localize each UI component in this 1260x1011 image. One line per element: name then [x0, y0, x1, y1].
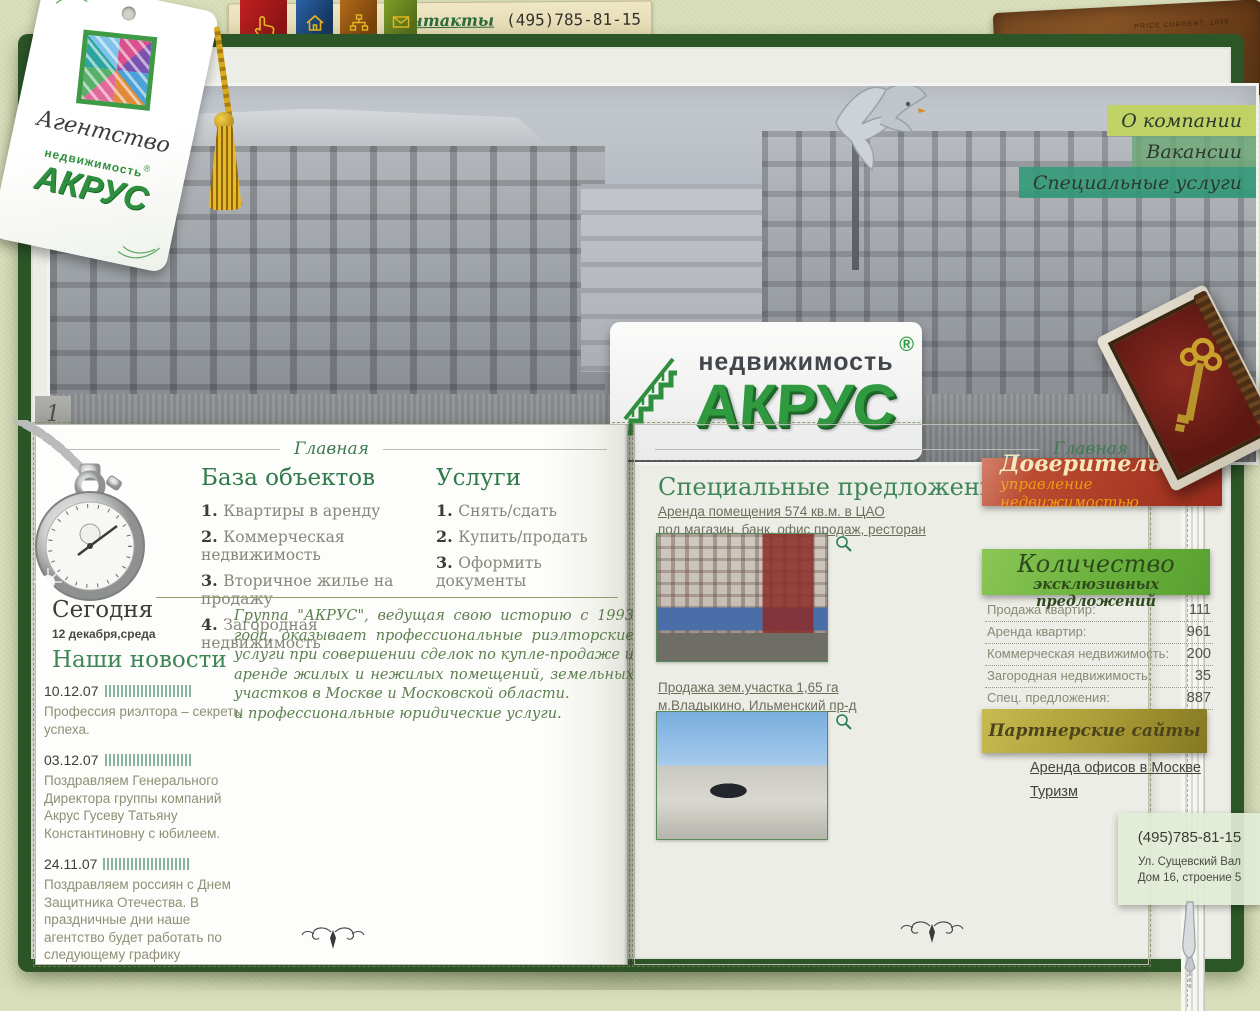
base-item-rent-flats[interactable]: Квартиры в аренду: [201, 501, 431, 520]
stat-label: Коммерческая недвижимость:: [987, 646, 1169, 661]
services-section: Услуги Снять/сдать Купить/продать Оформи…: [436, 465, 621, 597]
news-list: 10.12.07 Профессия риэлтора – секреты ус…: [44, 683, 244, 978]
tassel-decoration: [206, 46, 246, 216]
service-item-rent[interactable]: Снять/сдать: [436, 501, 621, 520]
left-page-header-label: Главная: [294, 439, 369, 459]
menu-item-about[interactable]: О компании: [1107, 105, 1256, 136]
stat-label: Спец. предложения:: [987, 690, 1110, 705]
offer-photo-building[interactable]: [656, 533, 828, 662]
home-icon: [304, 12, 326, 34]
magnifier-icon[interactable]: [835, 535, 853, 553]
news-date: 10.12.07: [44, 683, 99, 699]
page: PRICE CURRENT, 1898 Контакты (495)785-81…: [0, 0, 1260, 990]
partners-banner-label: Партнерские сайты: [988, 721, 1200, 741]
pigeon-image: [822, 83, 942, 184]
stat-value: 961: [1187, 624, 1211, 640]
stat-label: Продажа квартир:: [987, 602, 1096, 617]
news-date-stripes: [105, 685, 191, 697]
contact-card: (495)785-81-15 Ул. Сущевский Вал Дом 16,…: [1118, 813, 1260, 905]
exclusive-count-banner: Количество эксклюзивных предложений: [982, 549, 1210, 595]
news-item: 24.11.07 Поздравляем россиян с Днем Защи…: [44, 856, 244, 964]
sign-registered-mark: ®: [899, 334, 914, 357]
partners-banner: Партнерские сайты: [982, 709, 1207, 753]
news-item: 10.12.07 Профессия риэлтора – секреты ус…: [44, 683, 244, 738]
contact-card-address2: Дом 16, строение 5: [1138, 872, 1242, 884]
about-paragraph: Группа "АКРУС", ведущая свою историю с 1…: [234, 608, 634, 702]
stat-value: 200: [1187, 646, 1211, 662]
flourish-icon: [114, 233, 162, 268]
stat-row-flat-rent: Аренда квартир: 961: [985, 622, 1213, 644]
stopwatch-decoration: [14, 420, 164, 620]
partner-link-tourism[interactable]: Туризм: [1030, 784, 1201, 800]
partner-links: Аренда офисов в Москве Туризм: [1030, 760, 1201, 800]
news-title: Наши новости: [52, 647, 227, 673]
base-item-commercial[interactable]: Коммерческая недвижимость: [201, 527, 431, 564]
offer-link-land-plot[interactable]: Продажа зем.участка 1,65 га м.Владыкино,…: [658, 679, 958, 715]
magnifier-icon[interactable]: [835, 713, 853, 731]
contact-card-address1: Ул. Сущевский Вал: [1138, 856, 1241, 868]
offer-photo-land[interactable]: [656, 711, 828, 840]
news-date: 03.12.07: [44, 752, 99, 768]
menu-item-special-services[interactable]: Специальные услуги: [1019, 167, 1256, 198]
today-date: 12 декабря,среда: [52, 627, 156, 641]
partner-link-offices[interactable]: Аренда офисов в Москве: [1030, 760, 1201, 776]
old-book-stamp: PRICE CURRENT, 1898: [1134, 19, 1229, 31]
divider-line: [156, 597, 618, 598]
tag-registered-mark: ®: [143, 163, 152, 174]
stat-row-country: Загородная недвижимость: 35: [985, 666, 1213, 688]
news-item: 03.12.07 Поздравляем Генерального Директ…: [44, 752, 244, 842]
sitemap-icon: [348, 12, 370, 34]
object-base-title: База объектов: [201, 465, 431, 491]
base-item-secondary[interactable]: Вторичное жилье на продажу: [201, 571, 431, 608]
stat-row-flat-sale: Продажа квартир: 111: [985, 600, 1213, 622]
news-text: Профессия риэлтора – секреты успеха.: [44, 703, 244, 738]
offer-link-line1: Продажа зем.участка 1,65 га: [658, 680, 839, 695]
contact-card-phone: (495)785-81-15: [1118, 829, 1260, 846]
pen-clip-decoration: [1174, 900, 1204, 990]
about-paragraph-2: и профессиональные юридические услуги.: [234, 706, 562, 722]
service-item-buy[interactable]: Купить/продать: [436, 527, 621, 546]
contacts-phone: (495)785-81-15: [506, 10, 641, 30]
stat-value: 111: [1189, 602, 1211, 618]
stat-label: Загородная недвижимость:: [987, 668, 1151, 683]
stats-list: Продажа квартир: 111 Аренда квартир: 961…: [985, 600, 1213, 710]
menu-item-vacancies[interactable]: Вакансии: [1132, 136, 1256, 167]
mail-icon: [391, 12, 411, 32]
services-title: Услуги: [436, 465, 621, 491]
special-offers-title: Специальные предложения: [658, 473, 1011, 501]
news-date-stripes: [103, 858, 189, 870]
news-text: Поздравляем Генерального Директора групп…: [44, 772, 244, 842]
stat-value: 887: [1187, 690, 1211, 706]
news-text: Поздравляем россиян с Днем Защитника Оте…: [44, 876, 244, 964]
offer-link-line1: Аренда помещения 574 кв.м. в ЦАО: [658, 504, 885, 519]
tag-hole: [120, 5, 137, 22]
main-menu: О компании Вакансии Специальные услуги: [1019, 105, 1256, 198]
flourish-ornament: [301, 925, 365, 951]
stat-label: Аренда квартир:: [987, 624, 1086, 639]
quilt-logo: [76, 30, 157, 111]
book-gutter-shadow: [624, 424, 636, 965]
stat-row-special: Спец. предложения: 887: [985, 688, 1213, 710]
flourish-icon: [48, 0, 96, 15]
count-banner-line1: Количество: [982, 552, 1210, 576]
about-text: Группа "АКРУС", ведущая свою историю с 1…: [234, 607, 634, 724]
news-date-stripes: [105, 754, 191, 766]
flourish-ornament: [900, 919, 964, 945]
stat-value: 35: [1195, 668, 1211, 684]
service-item-docs[interactable]: Оформить документы: [436, 553, 621, 590]
news-date: 24.11.07: [44, 856, 97, 872]
stat-row-commercial: Коммерческая недвижимость: 200: [985, 644, 1213, 666]
